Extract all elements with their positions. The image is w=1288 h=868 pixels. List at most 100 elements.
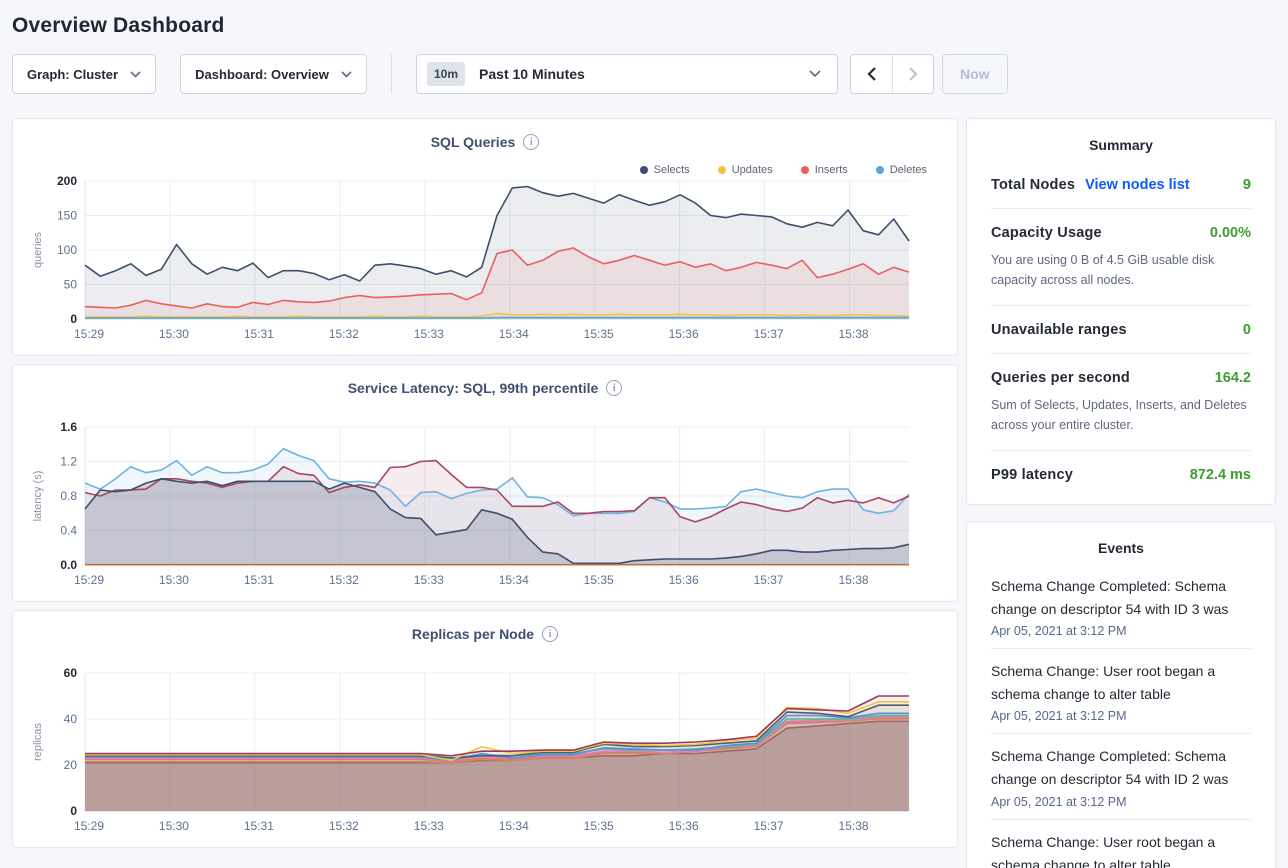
chart-panel-replicas-per-node: Replicas per Node i 15:2915:3015:3115:32…	[12, 610, 958, 848]
toolbar-divider	[391, 54, 392, 94]
p99-latency-value: 872.4 ms	[1190, 467, 1251, 483]
qps-desc: Sum of Selects, Updates, Inserts, and De…	[991, 395, 1251, 435]
dashboard-dropdown[interactable]: Dashboard: Overview	[180, 54, 367, 94]
unavailable-ranges-value: 0	[1243, 322, 1251, 338]
summary-row-capacity: Capacity Usage 0.00% You are using 0 B o…	[991, 209, 1251, 306]
svg-text:100: 100	[57, 243, 77, 257]
p99-latency-label: P99 latency	[991, 467, 1073, 483]
svg-text:15:38: 15:38	[839, 573, 869, 587]
svg-text:queries: queries	[32, 231, 44, 268]
svg-text:15:36: 15:36	[669, 573, 699, 587]
chevron-right-icon	[909, 67, 918, 81]
svg-text:15:36: 15:36	[669, 327, 699, 341]
dashboard-dropdown-label: Dashboard: Overview	[195, 67, 329, 82]
summary-title: Summary	[991, 137, 1251, 161]
event-item[interactable]: Schema Change: User root began a schema …	[991, 649, 1251, 734]
svg-text:15:30: 15:30	[159, 327, 189, 341]
chart-plot-area[interactable]: 15:2915:3015:3115:3215:3315:3415:3515:36…	[27, 173, 923, 352]
events-list: Schema Change Completed: Schema change o…	[991, 564, 1251, 868]
toolbar: Graph: Cluster Dashboard: Overview 10m P…	[12, 54, 1276, 94]
event-item[interactable]: Schema Change: User root began a schema …	[991, 820, 1251, 868]
chart-panel-sql-queries: SQL Queries i SelectsUpdatesInsertsDelet…	[12, 118, 958, 356]
summary-row-qps: Queries per second 164.2 Sum of Selects,…	[991, 354, 1251, 451]
svg-text:15:38: 15:38	[839, 819, 869, 833]
svg-text:15:34: 15:34	[499, 819, 529, 833]
time-range-picker[interactable]: 10m Past 10 Minutes	[416, 54, 838, 94]
svg-text:replicas: replicas	[32, 723, 44, 761]
svg-text:latency (s): latency (s)	[32, 471, 44, 522]
chart-title: Service Latency: SQL, 99th percentile	[348, 380, 599, 396]
unavailable-ranges-label: Unavailable ranges	[991, 322, 1127, 338]
graph-dropdown-label: Graph: Cluster	[27, 67, 118, 82]
qps-value: 164.2	[1215, 370, 1251, 386]
chart-panel-service-latency: Service Latency: SQL, 99th percentile i …	[12, 364, 958, 602]
svg-text:15:37: 15:37	[754, 327, 784, 341]
svg-text:0.4: 0.4	[60, 524, 77, 538]
svg-text:60: 60	[64, 666, 78, 680]
info-icon[interactable]: i	[606, 380, 622, 396]
info-icon[interactable]: i	[523, 134, 539, 150]
time-step-buttons	[850, 54, 934, 94]
svg-text:0: 0	[70, 804, 77, 818]
svg-text:15:29: 15:29	[74, 327, 104, 341]
qps-label: Queries per second	[991, 370, 1130, 386]
summary-row-unavailable-ranges: Unavailable ranges 0	[991, 306, 1251, 354]
svg-text:50: 50	[64, 278, 78, 292]
total-nodes-label: Total Nodes	[991, 177, 1075, 193]
svg-text:15:35: 15:35	[584, 327, 614, 341]
chart-plot-area[interactable]: 15:2915:3015:3115:3215:3315:3415:3515:36…	[27, 665, 923, 844]
svg-text:200: 200	[57, 174, 77, 188]
svg-text:15:32: 15:32	[329, 573, 359, 587]
svg-text:15:30: 15:30	[159, 573, 189, 587]
svg-text:0.0: 0.0	[60, 558, 77, 572]
svg-text:15:29: 15:29	[74, 573, 104, 587]
main-content: SQL Queries i SelectsUpdatesInsertsDelet…	[12, 118, 1276, 868]
svg-text:15:33: 15:33	[414, 327, 444, 341]
prev-time-button[interactable]	[851, 55, 892, 93]
svg-text:15:36: 15:36	[669, 819, 699, 833]
chart-title: SQL Queries	[431, 134, 516, 150]
svg-text:15:32: 15:32	[329, 819, 359, 833]
event-timestamp: Apr 05, 2021 at 3:12 PM	[991, 624, 1251, 638]
svg-text:15:35: 15:35	[584, 819, 614, 833]
svg-text:15:33: 15:33	[414, 573, 444, 587]
chevron-left-icon	[867, 67, 876, 81]
summary-row-p99-latency: P99 latency 872.4 ms	[991, 451, 1251, 498]
capacity-label: Capacity Usage	[991, 225, 1102, 241]
summary-row-total-nodes: Total Nodes View nodes list 9	[991, 161, 1251, 209]
svg-text:15:38: 15:38	[839, 327, 869, 341]
event-item[interactable]: Schema Change Completed: Schema change o…	[991, 734, 1251, 819]
event-timestamp: Apr 05, 2021 at 3:12 PM	[991, 709, 1251, 723]
next-time-button[interactable]	[892, 55, 933, 93]
events-panel: Events Schema Change Completed: Schema c…	[966, 521, 1276, 868]
chart-title: Replicas per Node	[412, 626, 534, 642]
page-title: Overview Dashboard	[0, 0, 1288, 44]
event-message: Schema Change Completed: Schema change o…	[991, 745, 1251, 791]
svg-text:40: 40	[64, 712, 78, 726]
svg-text:1.6: 1.6	[60, 420, 77, 434]
capacity-value: 0.00%	[1210, 225, 1251, 241]
events-title: Events	[991, 540, 1251, 564]
svg-text:15:33: 15:33	[414, 819, 444, 833]
chart-plot-area[interactable]: 15:2915:3015:3115:3215:3315:3415:3515:36…	[27, 419, 923, 598]
time-range-badge: 10m	[427, 62, 465, 86]
event-message: Schema Change Completed: Schema change o…	[991, 575, 1251, 621]
svg-text:15:37: 15:37	[754, 573, 784, 587]
chevron-down-icon	[341, 71, 352, 78]
event-message: Schema Change: User root began a schema …	[991, 831, 1251, 868]
graph-dropdown[interactable]: Graph: Cluster	[12, 54, 156, 94]
svg-text:15:35: 15:35	[584, 573, 614, 587]
info-icon[interactable]: i	[542, 626, 558, 642]
chevron-down-icon	[809, 70, 821, 78]
time-range-label: Past 10 Minutes	[479, 66, 585, 82]
event-timestamp: Apr 05, 2021 at 3:12 PM	[991, 795, 1251, 809]
view-nodes-list-link[interactable]: View nodes list	[1085, 177, 1190, 193]
svg-text:15:31: 15:31	[244, 573, 274, 587]
now-button[interactable]: Now	[942, 54, 1008, 94]
summary-panel: Summary Total Nodes View nodes list 9 Ca…	[966, 118, 1276, 505]
chevron-down-icon	[130, 71, 141, 78]
svg-text:15:30: 15:30	[159, 819, 189, 833]
event-item[interactable]: Schema Change Completed: Schema change o…	[991, 564, 1251, 649]
svg-text:15:37: 15:37	[754, 819, 784, 833]
svg-text:15:29: 15:29	[74, 819, 104, 833]
